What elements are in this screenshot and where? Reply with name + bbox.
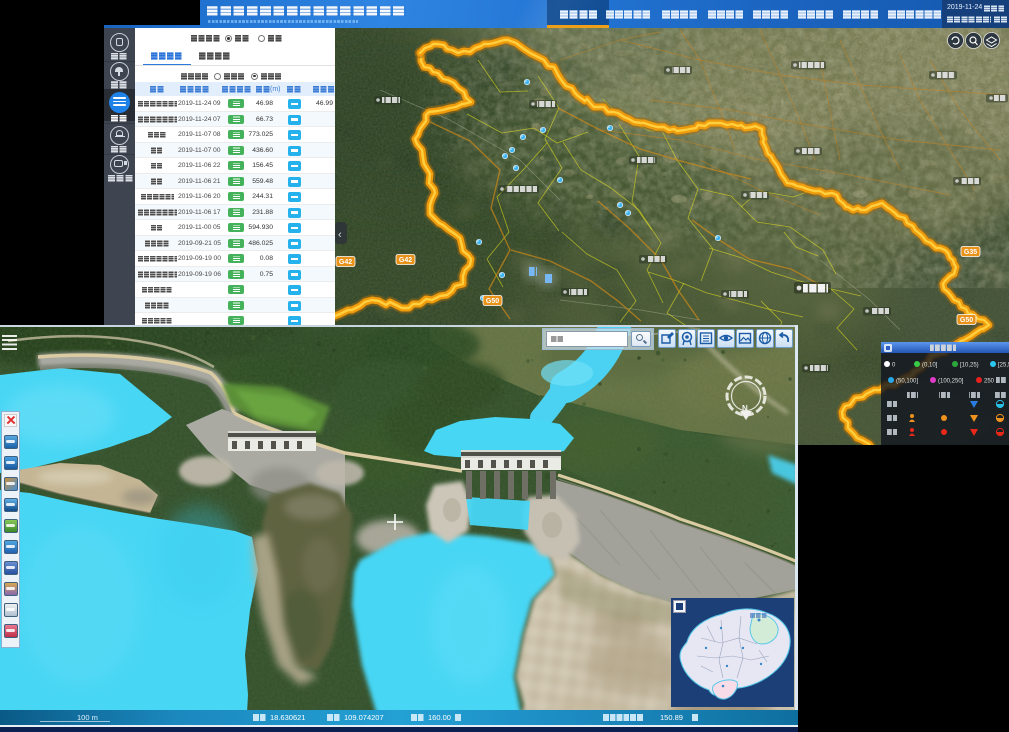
- svg-text:(50,100]: (50,100]: [896, 379, 918, 385]
- svg-text:G35: G35: [964, 249, 977, 256]
- svg-text:G42: G42: [399, 257, 412, 264]
- svg-text:G42: G42: [339, 259, 352, 266]
- svg-text:(100,250]: (100,250]: [938, 379, 964, 385]
- svg-text:(0,10]: (0,10]: [922, 363, 938, 369]
- svg-text:250: 250: [984, 379, 995, 385]
- svg-text:[25,5: [25,5: [998, 363, 1009, 369]
- svg-text:G50: G50: [486, 298, 499, 305]
- svg-text:G50: G50: [960, 317, 973, 324]
- svg-text:‹: ‹: [338, 229, 342, 241]
- svg-text:[10,25): [10,25): [960, 363, 979, 369]
- svg-text:N: N: [742, 404, 748, 413]
